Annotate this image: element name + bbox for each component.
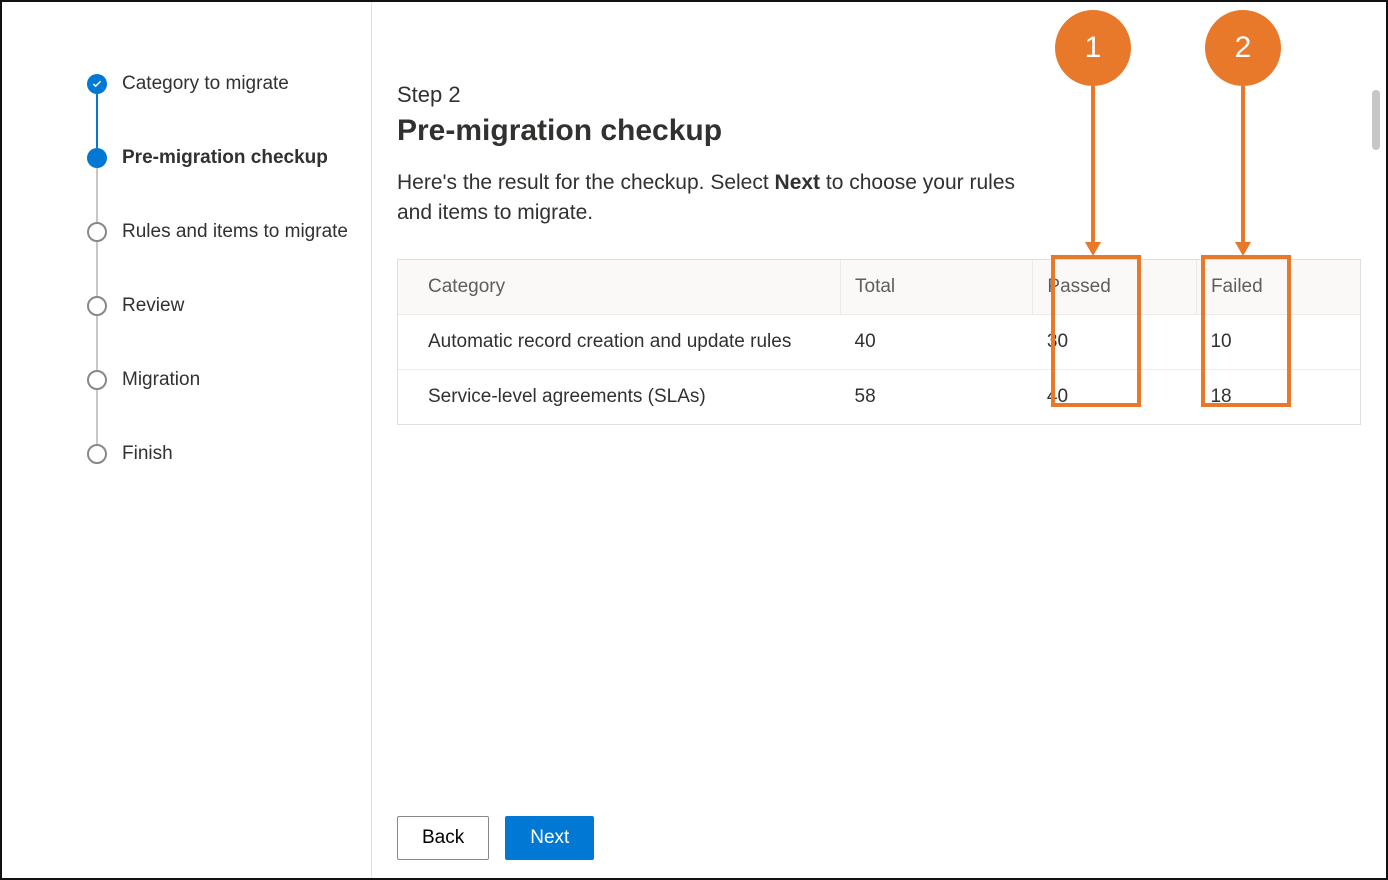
- step-rules-and-items[interactable]: Rules and items to migrate: [87, 220, 341, 244]
- pending-step-icon: [87, 296, 107, 316]
- annotation-callout-2: 2: [1205, 10, 1281, 86]
- step-label: Pre-migration checkup: [122, 147, 328, 169]
- next-button[interactable]: Next: [505, 816, 594, 860]
- annotation-line-1: [1091, 86, 1095, 243]
- annotation-arrow-icon: [1235, 242, 1251, 256]
- app-frame: Category to migrate Pre-migration checku…: [0, 0, 1388, 880]
- step-label: Rules and items to migrate: [122, 221, 348, 243]
- step-finish[interactable]: Finish: [87, 442, 341, 466]
- col-total[interactable]: Total: [841, 260, 1033, 315]
- pending-step-icon: [87, 444, 107, 464]
- scrollbar-thumb[interactable]: [1372, 90, 1380, 150]
- cell-category: Automatic record creation and update rul…: [398, 314, 841, 369]
- intro-bold: Next: [775, 171, 821, 194]
- step-label: Finish: [122, 443, 173, 465]
- step-label: Migration: [122, 369, 200, 391]
- wizard-sidebar: Category to migrate Pre-migration checku…: [2, 2, 372, 878]
- annotation-callout-1: 1: [1055, 10, 1131, 86]
- step-migration[interactable]: Migration: [87, 368, 341, 392]
- step-review[interactable]: Review: [87, 294, 341, 318]
- cell-category: Service-level agreements (SLAs): [398, 369, 841, 424]
- col-category[interactable]: Category: [398, 260, 841, 315]
- wizard-steps: Category to migrate Pre-migration checku…: [87, 72, 341, 466]
- annotation-highlight-failed: [1201, 255, 1291, 407]
- intro-pre: Here's the result for the checkup. Selec…: [397, 171, 775, 194]
- step-connector: [96, 390, 98, 444]
- step-label: Category to migrate: [122, 73, 289, 95]
- step-connector: [96, 168, 98, 222]
- pending-step-icon: [87, 222, 107, 242]
- back-button[interactable]: Back: [397, 816, 489, 860]
- pending-step-icon: [87, 370, 107, 390]
- step-kicker: Step 2: [397, 82, 1361, 108]
- intro-text: Here's the result for the checkup. Selec…: [397, 168, 1037, 229]
- check-icon: [87, 74, 107, 94]
- annotation-arrow-icon: [1085, 242, 1101, 256]
- cell-total: 58: [841, 369, 1033, 424]
- main-content: Step 2 Pre-migration checkup Here's the …: [397, 82, 1361, 858]
- step-label: Review: [122, 295, 184, 317]
- cell-total: 40: [841, 314, 1033, 369]
- step-connector: [96, 94, 98, 148]
- annotation-line-2: [1241, 86, 1245, 243]
- wizard-footer: Back Next: [397, 816, 594, 860]
- step-pre-migration-checkup[interactable]: Pre-migration checkup: [87, 146, 341, 170]
- step-connector: [96, 242, 98, 296]
- current-step-icon: [87, 148, 107, 168]
- page-title: Pre-migration checkup: [397, 114, 1361, 148]
- step-connector: [96, 316, 98, 370]
- annotation-highlight-passed: [1051, 255, 1141, 407]
- step-category-to-migrate[interactable]: Category to migrate: [87, 72, 341, 96]
